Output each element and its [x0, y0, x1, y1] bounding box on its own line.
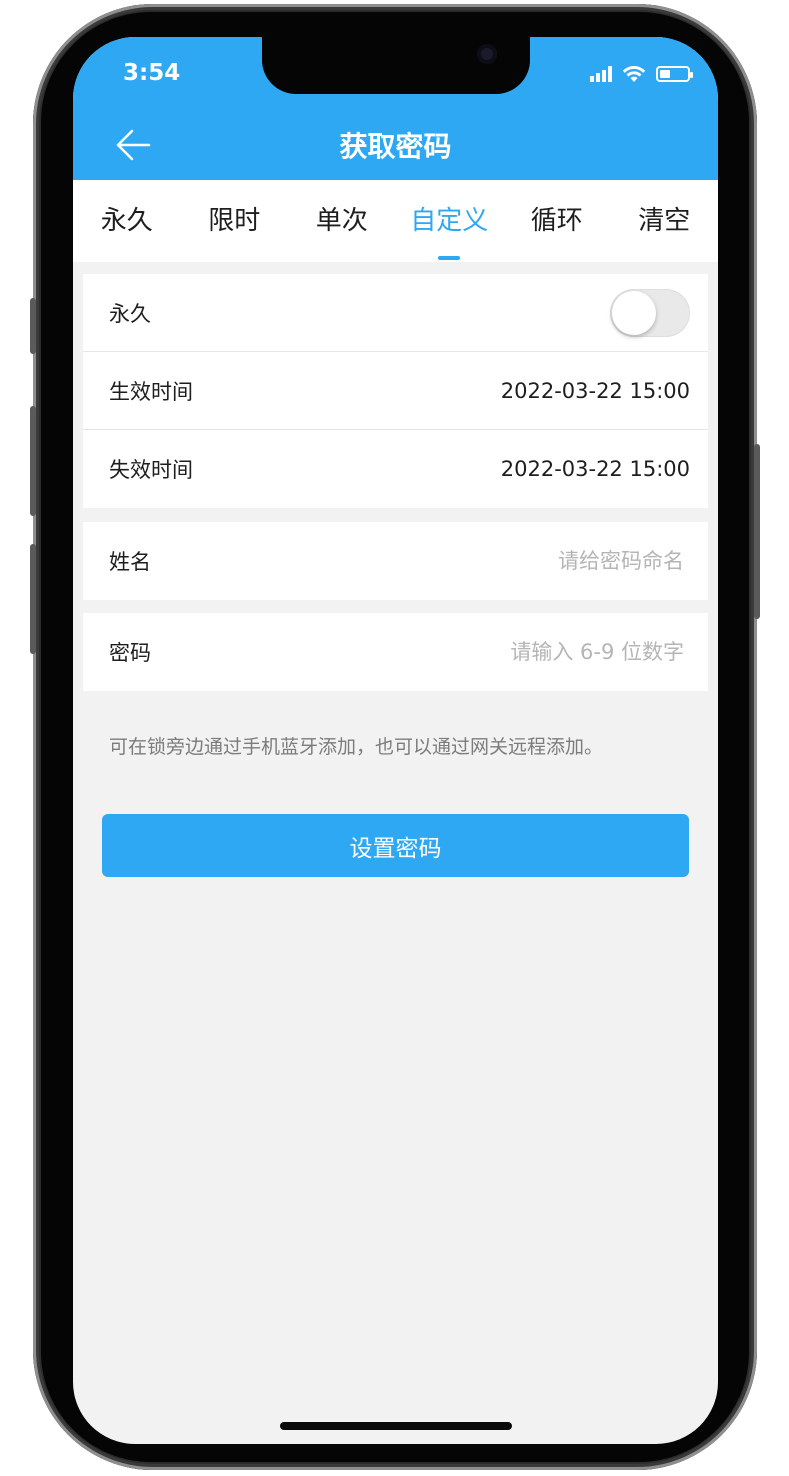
camera-notch — [262, 37, 530, 94]
power-button — [754, 444, 760, 619]
battery-icon — [656, 66, 693, 82]
tab-one-time[interactable]: 单次 — [288, 180, 396, 262]
name-label: 姓名 — [109, 550, 151, 574]
permanent-toggle[interactable] — [610, 288, 690, 337]
end-time-row[interactable]: 失效时间 2022-03-22 15:00 — [83, 430, 708, 508]
set-password-button[interactable]: 设置密码 — [102, 814, 689, 877]
password-type-tabs: 永久 限时 单次 自定义 循环 清空 — [73, 180, 718, 262]
permanent-row: 永久 — [83, 274, 708, 352]
start-time-value[interactable]: 2022-03-22 15:00 — [501, 379, 690, 403]
end-time-label: 失效时间 — [109, 458, 193, 482]
tab-recurring[interactable]: 循环 — [503, 180, 611, 262]
password-row: 密码 — [83, 613, 708, 691]
mute-switch — [30, 298, 36, 354]
permanent-label: 永久 — [109, 301, 151, 326]
tab-clear[interactable]: 清空 — [611, 180, 719, 262]
tab-permanent[interactable]: 永久 — [73, 180, 181, 262]
signal-icon — [590, 66, 612, 82]
app-header: 3:54 获取密码 — [73, 37, 718, 180]
app-screen: 3:54 获取密码 永久 限时 单次 自定义 循环 清空 永久 生效时间 202… — [73, 37, 718, 1444]
tab-custom[interactable]: 自定义 — [396, 180, 504, 262]
password-label: 密码 — [109, 641, 151, 665]
name-card: 姓名 — [83, 522, 708, 600]
end-time-value[interactable]: 2022-03-22 15:00 — [501, 457, 690, 481]
status-time: 3:54 — [123, 60, 181, 86]
name-row: 姓名 — [83, 522, 708, 600]
start-time-label: 生效时间 — [109, 379, 193, 404]
toggle-knob — [612, 290, 656, 335]
volume-down-button — [30, 544, 36, 654]
status-icons — [590, 65, 693, 83]
home-indicator[interactable] — [280, 1422, 512, 1430]
name-input[interactable] — [360, 549, 690, 573]
password-input[interactable] — [360, 640, 690, 664]
validity-card: 永久 生效时间 2022-03-22 15:00 失效时间 2022-03-22… — [83, 274, 708, 508]
page-title: 获取密码 — [339, 130, 452, 163]
front-camera — [477, 44, 497, 64]
volume-up-button — [30, 406, 36, 516]
password-card: 密码 — [83, 613, 708, 691]
wifi-icon — [622, 66, 646, 82]
start-time-row[interactable]: 生效时间 2022-03-22 15:00 — [83, 352, 708, 430]
hint-text: 可在锁旁边通过手机蓝牙添加，也可以通过网关远程添加。 — [109, 736, 604, 758]
tab-timed[interactable]: 限时 — [181, 180, 289, 262]
